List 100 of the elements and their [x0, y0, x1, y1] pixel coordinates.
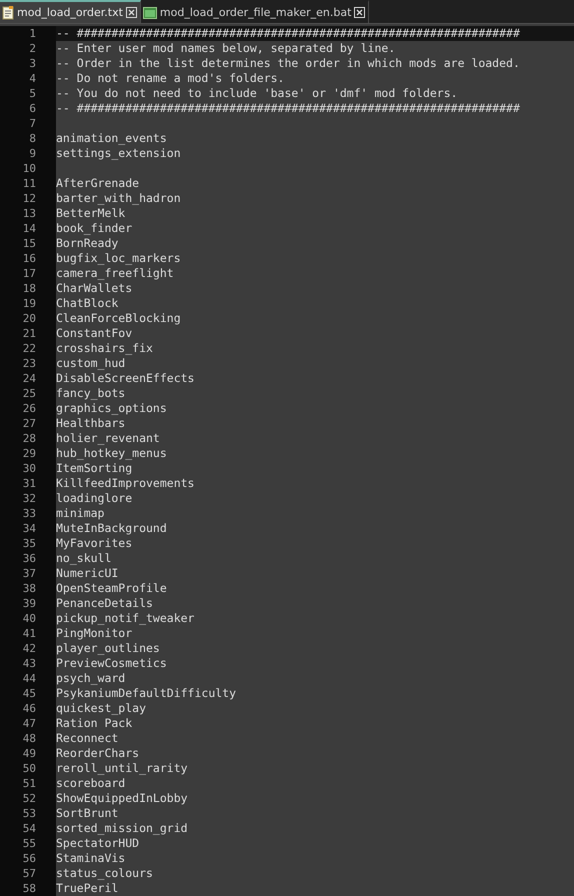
- code-line: -- Order in the list determines the order in which mods are loaded.: [56, 56, 520, 71]
- code-line: pickup_notif_tweaker: [56, 611, 194, 626]
- line-number: 48: [22, 731, 36, 746]
- code-line: CharWallets: [56, 281, 132, 296]
- code-line: quickest_play: [56, 701, 146, 716]
- line-number: 28: [22, 431, 36, 446]
- line-number: 27: [22, 416, 36, 431]
- line-number: 6: [28, 101, 36, 116]
- line-number: 32: [22, 491, 36, 506]
- code-line: status_colours: [56, 866, 153, 881]
- line-number: 36: [22, 551, 36, 566]
- line-number: 13: [22, 206, 36, 221]
- code-line: PreviewCosmetics: [56, 656, 167, 671]
- line-number: 11: [22, 176, 36, 191]
- code-line: MuteInBackground: [56, 521, 167, 536]
- line-number: 21: [22, 326, 36, 341]
- code-line: custom_hud: [56, 356, 126, 371]
- close-icon[interactable]: [354, 7, 366, 18]
- code-line: sorted_mission_grid: [56, 821, 188, 836]
- file-tab[interactable]: mod_load_order_file_maker_en.bat: [140, 0, 370, 23]
- line-number: 50: [22, 761, 36, 776]
- code-line: -- ################################################################: [56, 26, 520, 41]
- line-number: 44: [22, 671, 36, 686]
- code-line: PenanceDetails: [56, 596, 153, 611]
- line-number: 45: [22, 686, 36, 701]
- code-line: CleanForceBlocking: [56, 311, 181, 326]
- line-number: 34: [22, 521, 36, 536]
- line-number: 42: [22, 641, 36, 656]
- close-icon[interactable]: [126, 7, 137, 18]
- code-line: settings_extension: [56, 146, 181, 161]
- line-number: 3: [28, 56, 36, 71]
- line-number: 29: [22, 446, 36, 461]
- line-number: 52: [22, 791, 36, 806]
- code-line: Healthbars: [56, 416, 126, 431]
- file-tab[interactable]: mod_load_order.txt: [0, 0, 141, 23]
- code-line: reroll_until_rarity: [56, 761, 188, 776]
- line-number: 7: [28, 116, 36, 131]
- line-number: 2: [28, 41, 36, 56]
- line-number: 18: [22, 281, 36, 296]
- line-number: 4: [28, 71, 36, 86]
- line-number: 38: [22, 581, 36, 596]
- code-line: fancy_bots: [56, 386, 126, 401]
- line-number: 41: [22, 626, 36, 641]
- code-line: Ration Pack: [56, 716, 132, 731]
- code-line: hub_hotkey_menus: [56, 446, 167, 461]
- code-line: camera_freeflight: [56, 266, 174, 281]
- line-number: 12: [22, 191, 36, 206]
- code-line: KillfeedImprovements: [56, 476, 194, 491]
- code-line: ConstantFov: [56, 326, 132, 341]
- line-number: 54: [22, 821, 36, 836]
- line-number: 58: [22, 881, 36, 896]
- code-line: StaminaVis: [56, 851, 126, 866]
- line-number: 14: [22, 221, 36, 236]
- line-number: 26: [22, 401, 36, 416]
- line-number: 8: [28, 131, 36, 146]
- line-number: 57: [22, 866, 36, 881]
- line-number: 56: [22, 851, 36, 866]
- code-line: DisableScreenEffects: [56, 371, 194, 386]
- code-line: NumericUI: [56, 566, 118, 581]
- line-number: 19: [22, 296, 36, 311]
- code-line: animation_events: [56, 131, 167, 146]
- line-number: 17: [22, 266, 36, 281]
- code-line: BornReady: [56, 236, 118, 251]
- code-line: -- Enter user mod names below, separated by line.: [56, 41, 396, 56]
- line-number: 15: [22, 236, 36, 251]
- line-number: 39: [22, 596, 36, 611]
- code-line: AfterGrenade: [56, 176, 140, 191]
- code-line: SpectatorHUD: [56, 836, 140, 851]
- line-number: 16: [22, 251, 36, 266]
- code-line: -- You do not need to include 'base' or 'dmf' mod folders.: [56, 86, 458, 101]
- line-number: 22: [22, 341, 36, 356]
- code-line: psych_ward: [56, 671, 126, 686]
- code-line: no_skull: [56, 551, 112, 566]
- code-line: -- ################################################################: [56, 101, 520, 116]
- line-number: 51: [22, 776, 36, 791]
- code-line: scoreboard: [56, 776, 126, 791]
- code-line: ItemSorting: [56, 461, 132, 476]
- code-line: book_finder: [56, 221, 132, 236]
- code-line: -- Do not rename a mod's folders.: [56, 71, 284, 86]
- line-number: 1: [28, 26, 36, 41]
- code-line: Reconnect: [56, 731, 118, 746]
- text-file-icon: [2, 6, 14, 20]
- line-number: 20: [22, 311, 36, 326]
- line-number: 55: [22, 836, 36, 851]
- line-number: 10: [22, 161, 36, 176]
- line-number: 43: [22, 656, 36, 671]
- code-line: PsykaniumDefaultDifficulty: [56, 686, 236, 701]
- line-number: 31: [22, 476, 36, 491]
- code-line: graphics_options: [56, 401, 167, 416]
- code-line: OpenSteamProfile: [56, 581, 167, 596]
- batch-file-icon: [142, 6, 157, 18]
- code-line: holier_revenant: [56, 431, 160, 446]
- line-number: 25: [22, 386, 36, 401]
- line-number: 47: [22, 716, 36, 731]
- line-number: 24: [22, 371, 36, 386]
- line-number: 35: [22, 536, 36, 551]
- code-line: PingMonitor: [56, 626, 132, 641]
- line-number: 53: [22, 806, 36, 821]
- line-number: 49: [22, 746, 36, 761]
- code-line: bugfix_loc_markers: [56, 251, 181, 266]
